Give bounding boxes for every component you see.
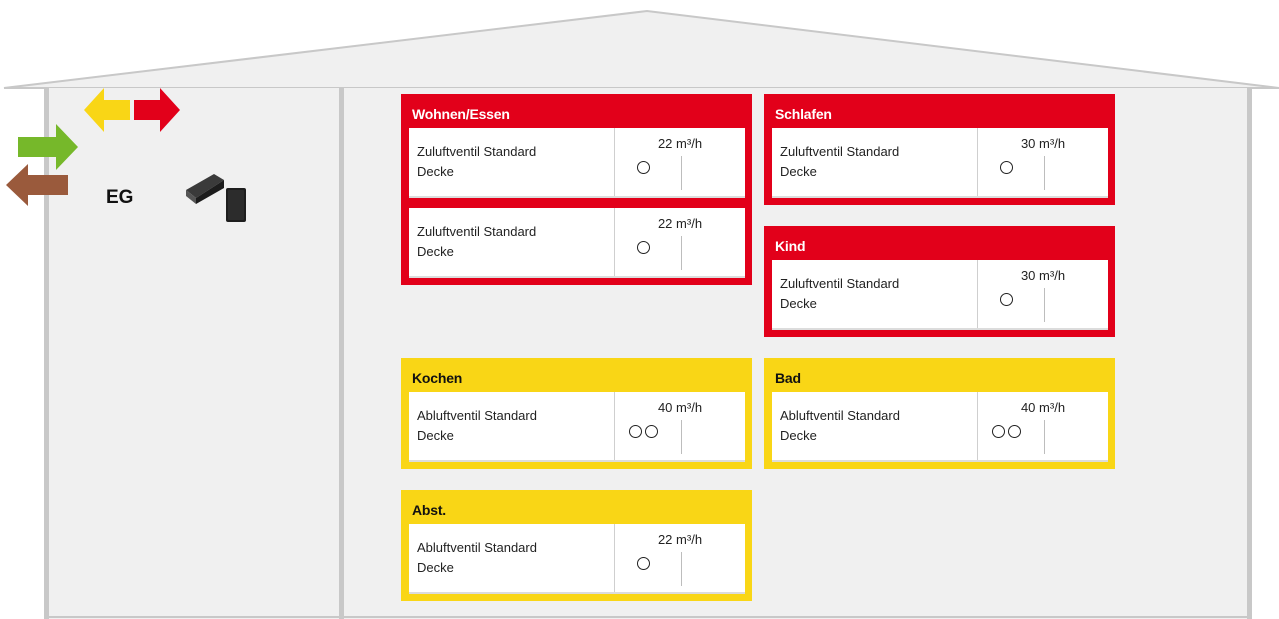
valve-tick xyxy=(681,552,682,586)
valve-tick xyxy=(1044,420,1045,454)
valve-description: Zuluftventil Standard Decke xyxy=(417,144,537,179)
divider-wall xyxy=(339,88,344,619)
room-title: Abst. xyxy=(412,502,447,518)
valve-row[interactable]: Zuluftventil Standard Decke 30 m³/h xyxy=(772,260,1108,330)
room-wohnen-essen[interactable]: Wohnen/Essen Zuluftventil Standard Decke … xyxy=(401,94,752,285)
valve-flow: 30 m³/h xyxy=(1020,136,1066,151)
valve-tick xyxy=(681,236,682,270)
valve-row[interactable]: Abluftventil Standard Decke 40 m³/h xyxy=(772,392,1108,462)
supply-air-arrow-icon xyxy=(134,88,180,132)
room-title: Kind xyxy=(775,238,806,254)
room-title: Wohnen/Essen xyxy=(412,106,510,122)
valve-description: Abluftventil Standard Decke xyxy=(417,408,537,443)
valve-tick xyxy=(1044,156,1045,190)
valve-row[interactable]: Abluftventil Standard Decke 40 m³/h xyxy=(409,392,745,462)
valve-flow: 22 m³/h xyxy=(657,136,703,151)
valve-row[interactable]: Zuluftventil Standard Decke 22 m³/h xyxy=(409,128,745,198)
circle-outlet-icon xyxy=(629,425,642,438)
roof xyxy=(3,9,1279,89)
valve-outlets xyxy=(992,425,1026,441)
room-title: Kochen xyxy=(412,370,463,386)
valve-flow: 22 m³/h xyxy=(657,532,703,547)
valve-row[interactable]: Abluftventil Standard Decke 22 m³/h xyxy=(409,524,745,594)
room-kind[interactable]: Kind Zuluftventil Standard Decke 30 m³/h xyxy=(764,226,1115,337)
circle-outlet-icon xyxy=(637,161,650,174)
valve-description: Zuluftventil Standard Decke xyxy=(780,144,900,179)
valve-description: Abluftventil Standard Decke xyxy=(417,540,537,575)
room-bad[interactable]: Bad Abluftventil Standard Decke 40 m³/h xyxy=(764,358,1115,469)
valve-flow: 30 m³/h xyxy=(1020,268,1066,283)
valve-description: Abluftventil Standard Decke xyxy=(780,408,900,443)
right-wall xyxy=(1247,88,1252,619)
circle-outlet-icon xyxy=(637,241,650,254)
room-schlafen[interactable]: Schlafen Zuluftventil Standard Decke 30 m… xyxy=(764,94,1115,205)
valve-description: Zuluftventil Standard Decke xyxy=(417,224,537,259)
valve-flow: 40 m³/h xyxy=(657,400,703,415)
floor-label: EG xyxy=(106,187,134,208)
circle-outlet-icon xyxy=(1008,425,1021,438)
room-title: Schlafen xyxy=(775,106,832,122)
circle-outlet-icon xyxy=(637,557,650,570)
valve-flow: 40 m³/h xyxy=(1020,400,1066,415)
valve-outlets xyxy=(637,557,655,573)
valve-outlets xyxy=(637,161,655,177)
valve-tick xyxy=(1044,288,1045,322)
room-title: Bad xyxy=(775,370,801,386)
valve-outlets xyxy=(629,425,663,441)
valve-tick xyxy=(681,156,682,190)
valve-outlets xyxy=(637,241,655,257)
extract-air-arrow-icon xyxy=(84,88,130,132)
valve-row[interactable]: Zuluftventil Standard Decke 22 m³/h xyxy=(409,208,745,278)
valve-outlets xyxy=(1000,293,1018,309)
circle-outlet-icon xyxy=(645,425,658,438)
valve-description: Zuluftventil Standard Decke xyxy=(780,276,900,311)
valve-tick xyxy=(681,420,682,454)
room-kochen[interactable]: Kochen Abluftventil Standard Decke 40 m³/… xyxy=(401,358,752,469)
valve-outlets xyxy=(1000,161,1018,177)
circle-outlet-icon xyxy=(992,425,1005,438)
valve-row[interactable]: Zuluftventil Standard Decke 30 m³/h xyxy=(772,128,1108,198)
valve-flow: 22 m³/h xyxy=(657,216,703,231)
exhaust-air-arrow-icon xyxy=(6,164,68,206)
room-abst[interactable]: Abst. Abluftventil Standard Decke 22 m³/h xyxy=(401,490,752,601)
circle-outlet-icon xyxy=(1000,293,1013,306)
ventilation-unit-icon[interactable] xyxy=(184,172,254,226)
circle-outlet-icon xyxy=(1000,161,1013,174)
